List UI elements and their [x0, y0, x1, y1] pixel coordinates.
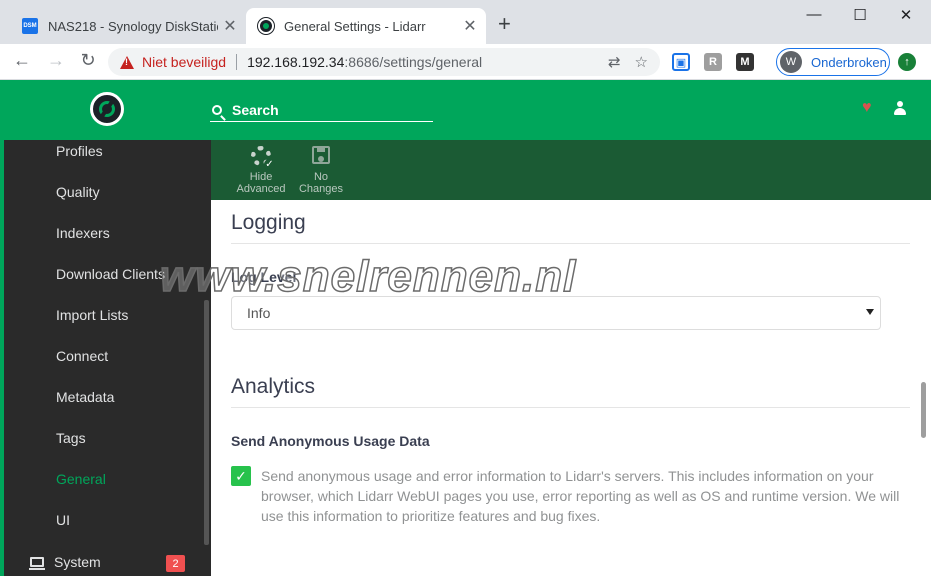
- no-changes-label-1: No: [313, 171, 329, 183]
- sidebar-item-indexers[interactable]: Indexers: [56, 225, 110, 241]
- content-scrollbar[interactable]: [921, 382, 926, 438]
- bookmark-star-icon[interactable]: ☆: [635, 53, 648, 71]
- lidarr-logo-icon[interactable]: [90, 92, 124, 126]
- reload-icon[interactable]: ↻: [76, 50, 100, 71]
- forward-arrow-icon[interactable]: →: [44, 50, 68, 71]
- log-level-label: Log Level: [231, 269, 297, 285]
- sidebar-item-label: System: [54, 554, 101, 570]
- address-bar-row: ← → ↻ Niet beveiligd 192.168.192.34 :868…: [0, 44, 931, 80]
- caret-down-icon: [866, 309, 874, 315]
- warning-icon: [120, 55, 134, 69]
- usage-data-label: Send Anonymous Usage Data: [231, 433, 430, 449]
- log-level-select[interactable]: Info: [231, 296, 881, 330]
- sidebar-item-system[interactable]: System: [29, 554, 101, 570]
- omnibox-actions: ⇄ ☆: [608, 53, 648, 71]
- section-title-logging: Logging: [231, 211, 910, 244]
- monitor-icon: [29, 557, 45, 570]
- app-header: [0, 80, 931, 140]
- tab-synology[interactable]: DSM NAS218 - Synology DiskStation ✕: [12, 8, 246, 44]
- no-changes-button[interactable]: No Changes: [291, 146, 351, 195]
- lidarr-favicon-icon: [258, 18, 274, 34]
- maximize-icon[interactable]: ☐: [837, 6, 883, 24]
- usage-data-checkbox[interactable]: ✓: [231, 466, 251, 486]
- browser-tab-bar: DSM NAS218 - Synology DiskStation ✕ Gene…: [0, 0, 931, 44]
- url-omnibox[interactable]: Niet beveiligd 192.168.192.34 :8686/sett…: [108, 48, 660, 76]
- sidebar: Profiles Quality Indexers Download Clien…: [0, 140, 211, 576]
- security-status[interactable]: Niet beveiligd: [142, 54, 226, 70]
- close-window-icon[interactable]: ✕: [883, 6, 929, 24]
- profile-button[interactable]: W Onderbroken: [776, 48, 890, 76]
- tab-lidarr[interactable]: General Settings - Lidarr ✕: [246, 8, 486, 44]
- user-icon[interactable]: [893, 101, 907, 117]
- extension-m-icon[interactable]: M: [736, 53, 754, 71]
- settings-content: Logging Log Level Info Analytics Send An…: [211, 200, 931, 576]
- new-tab-plus-icon[interactable]: +: [498, 13, 511, 35]
- sidebar-item-profiles[interactable]: Profiles: [56, 143, 103, 159]
- tab-title: NAS218 - Synology DiskStation: [48, 18, 218, 34]
- sidebar-item-tags[interactable]: Tags: [56, 430, 86, 446]
- translate-icon[interactable]: ⇄: [608, 53, 621, 71]
- minimize-icon[interactable]: —: [791, 6, 837, 23]
- tab-close-icon[interactable]: ✕: [218, 16, 242, 36]
- search-input[interactable]: [232, 101, 422, 118]
- hide-advanced-label-1: Hide: [249, 171, 273, 183]
- sidebar-scrollbar[interactable]: [204, 300, 209, 545]
- log-level-value: Info: [247, 305, 271, 321]
- search-bar: [210, 98, 433, 122]
- sidebar-item-ui[interactable]: UI: [56, 512, 70, 528]
- sidebar-item-metadata[interactable]: Metadata: [56, 389, 114, 405]
- update-arrow-icon[interactable]: ↑: [898, 53, 916, 71]
- sidebar-item-connect[interactable]: Connect: [56, 348, 108, 364]
- hide-advanced-button[interactable]: Hide Advanced: [231, 146, 291, 195]
- sidebar-item-quality[interactable]: Quality: [56, 184, 100, 200]
- sidebar-item-download-clients[interactable]: Download Clients: [56, 266, 165, 282]
- profile-label: Onderbroken: [811, 54, 887, 70]
- extension-r-icon[interactable]: R: [704, 53, 722, 71]
- tab-close-icon[interactable]: ✕: [458, 16, 482, 36]
- extension-screen-icon[interactable]: ▣: [672, 53, 690, 71]
- usage-data-help-text: Send anonymous usage and error informati…: [261, 468, 900, 524]
- tab-title: General Settings - Lidarr: [284, 18, 426, 34]
- page-toolbar: Hide Advanced No Changes: [211, 140, 931, 200]
- url-separator: [236, 54, 238, 70]
- avatar: W: [780, 51, 802, 73]
- section-title-analytics: Analytics: [231, 375, 910, 408]
- dsm-favicon-icon: DSM: [22, 18, 38, 34]
- heart-donate-icon[interactable]: ♥: [862, 99, 872, 117]
- url-path: :8686/settings/general: [344, 54, 483, 70]
- sidebar-item-import-lists[interactable]: Import Lists: [56, 307, 128, 323]
- no-changes-label-2: Changes: [298, 183, 344, 195]
- gear-check-icon: [251, 146, 275, 170]
- search-icon: [212, 104, 222, 115]
- save-disk-icon: [312, 146, 330, 164]
- sidebar-item-general[interactable]: General: [56, 471, 106, 487]
- status-badge: 2: [166, 555, 185, 572]
- url-host: 192.168.192.34: [247, 54, 345, 70]
- back-arrow-icon[interactable]: ←: [10, 50, 34, 71]
- hide-advanced-label-2: Advanced: [236, 183, 286, 195]
